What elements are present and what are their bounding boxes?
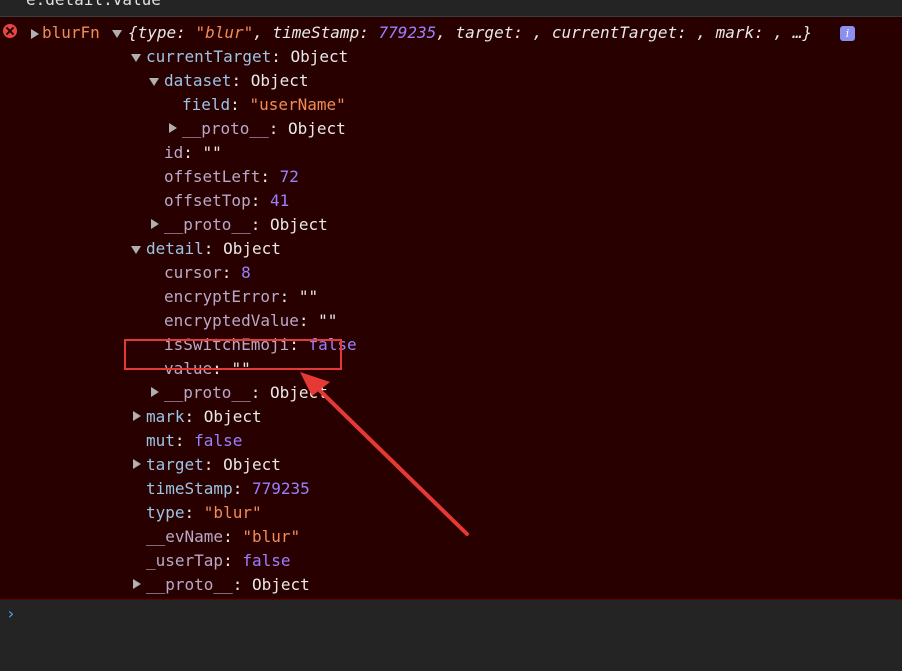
collapse-triangle-icon[interactable] [131, 246, 141, 254]
expand-triangle-icon[interactable] [31, 29, 39, 39]
tree-node-currentTarget[interactable]: currentTarget: Object [146, 45, 348, 69]
tree-prop-type: type: "blur" [146, 503, 262, 522]
info-icon[interactable]: i [840, 26, 855, 41]
tree-node-target[interactable]: target: Object [146, 453, 281, 477]
tree-prop-evName: __evName: "blur" [146, 527, 301, 546]
tree-node-mark[interactable]: mark: Object [146, 405, 262, 429]
error-icon [3, 24, 17, 38]
tree-prop-timeStamp: timeStamp: 779235 [146, 479, 310, 498]
collapse-triangle-icon[interactable] [131, 54, 141, 62]
tree-node-proto[interactable]: __proto__: Object [164, 213, 328, 237]
log-label: blurFn [42, 23, 100, 42]
expand-triangle-icon[interactable] [133, 411, 141, 421]
expand-triangle-icon[interactable] [169, 123, 177, 133]
previous-command-row: e.detail.value [0, 0, 902, 17]
tree-prop-encryptedValue: encryptedValue: "" [164, 311, 338, 330]
console-prompt-icon[interactable]: › [6, 604, 16, 623]
previous-command-text: e.detail.value [26, 0, 161, 9]
object-summary[interactable]: {type: "blur", timeStamp: 779235, target… [128, 21, 812, 45]
tree-prop-userTap: _userTap: false [146, 551, 291, 570]
tree-node-detail[interactable]: detail: Object [146, 237, 281, 261]
expand-triangle-icon[interactable] [151, 219, 159, 229]
collapse-triangle-icon[interactable] [112, 30, 122, 38]
expand-triangle-icon[interactable] [151, 387, 159, 397]
tree-node-proto[interactable]: __proto__: Object [146, 573, 310, 597]
tree-node-proto[interactable]: __proto__: Object [182, 117, 346, 141]
tree-prop-encryptError: encryptError: "" [164, 287, 319, 306]
annotation-highlight-box [124, 339, 342, 370]
tree-prop-field: field: "userName" [182, 95, 346, 114]
console-error-message: blurFn {type: "blur", timeStamp: 779235,… [0, 17, 902, 600]
expand-triangle-icon[interactable] [133, 579, 141, 589]
tree-prop-offsetLeft: offsetLeft: 72 [164, 167, 299, 186]
tree-prop-mut: mut: false [146, 431, 243, 450]
tree-prop-id: id: "" [164, 143, 222, 162]
collapse-triangle-icon[interactable] [149, 78, 159, 86]
expand-triangle-icon[interactable] [133, 459, 141, 469]
tree-prop-cursor: cursor: 8 [164, 263, 251, 282]
tree-node-dataset[interactable]: dataset: Object [164, 69, 309, 93]
tree-prop-offsetTop: offsetTop: 41 [164, 191, 290, 210]
tree-node-proto[interactable]: __proto__: Object [164, 381, 328, 405]
